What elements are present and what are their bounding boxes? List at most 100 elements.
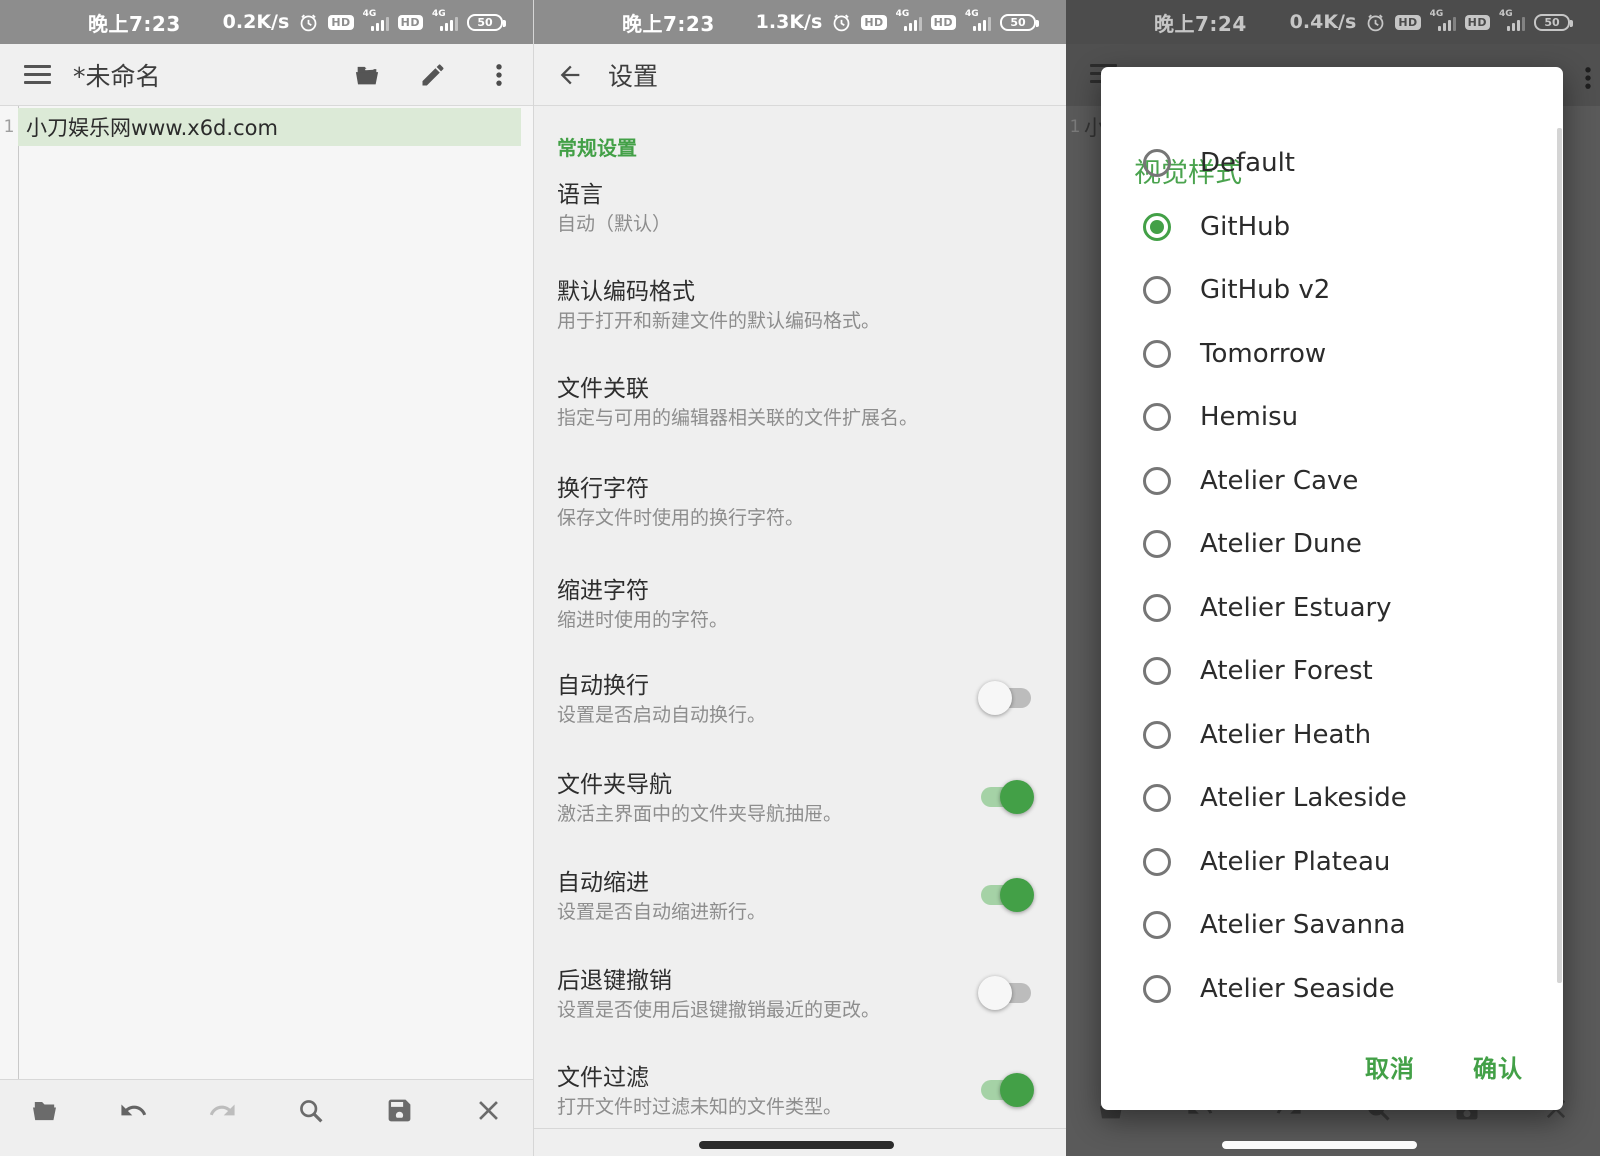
option-atelier-seaside[interactable]: Atelier Seaside (1101, 957, 1555, 1021)
alarm-clock-icon (298, 12, 319, 33)
open-folder-button[interactable] (347, 55, 387, 95)
clock-time: 晚上7:23 (88, 8, 181, 37)
setting-file-association[interactable]: 文件关联 指定与可用的编辑器相关联的文件扩展名。 (557, 374, 1034, 432)
setting-title: 自动换行 (557, 671, 1034, 701)
radio-icon[interactable] (1143, 213, 1171, 241)
back-undo-toggle[interactable] (978, 976, 1034, 1010)
line-number: 1 (0, 117, 18, 137)
menu-hamburger-icon[interactable] (24, 65, 51, 84)
setting-title: 文件过滤 (557, 1063, 1034, 1093)
text-editor-area[interactable]: 1 小刀娱乐网www.x6d.com (0, 106, 533, 1079)
kebab-menu-icon (1568, 58, 1600, 98)
battery-icon: 50 (1534, 14, 1570, 31)
setting-language[interactable]: 语言 自动（默认） (557, 180, 1034, 238)
radio-icon[interactable] (1143, 657, 1171, 685)
option-label: Atelier Heath (1200, 720, 1371, 750)
editor-line-1[interactable]: 1 小刀娱乐网www.x6d.com (0, 108, 533, 146)
setting-subtitle: 打开文件时过滤未知的文件类型。 (557, 1094, 1034, 1121)
dialog-scrollbar[interactable] (1557, 128, 1562, 983)
folder-nav-toggle[interactable] (978, 780, 1034, 814)
option-atelier-dune[interactable]: Atelier Dune (1101, 512, 1555, 576)
option-hemisu[interactable]: Hemisu (1101, 385, 1555, 449)
option-github-v2[interactable]: GitHub v2 (1101, 258, 1555, 322)
highlighted-line-text[interactable]: 小刀娱乐网www.x6d.com (18, 108, 521, 146)
auto-indent-toggle[interactable] (978, 878, 1034, 912)
option-atelier-forest[interactable]: Atelier Forest (1101, 639, 1555, 703)
radio-icon[interactable] (1143, 340, 1171, 368)
undo-button[interactable] (113, 1090, 153, 1130)
status-bar: 晚上7:23 1.3K/s HD 4G HD 4G 50 (534, 0, 1066, 44)
setting-word-wrap[interactable]: 自动换行 设置是否启动自动换行。 (557, 671, 1034, 729)
setting-subtitle: 缩进时使用的字符。 (557, 607, 1034, 634)
redo-button-disabled[interactable] (202, 1090, 242, 1130)
option-atelier-plateau[interactable]: Atelier Plateau (1101, 830, 1555, 894)
setting-title: 换行字符 (557, 474, 1034, 504)
setting-title: 缩进字符 (557, 576, 1034, 606)
option-atelier-savanna[interactable]: Atelier Savanna (1101, 893, 1555, 957)
back-button[interactable] (550, 55, 590, 95)
search-icon (296, 1096, 325, 1125)
radio-icon[interactable] (1143, 848, 1171, 876)
folder-open-icon (353, 61, 381, 89)
cancel-button[interactable]: 取消 (1365, 1049, 1415, 1084)
save-button[interactable] (380, 1090, 420, 1130)
home-indicator[interactable] (1222, 1141, 1417, 1149)
dimmed-editor-line: 1 小 (1066, 112, 1105, 142)
option-label: GitHub v2 (1200, 275, 1330, 305)
option-default[interactable]: Default (1101, 131, 1555, 195)
option-atelier-estuary[interactable]: Atelier Estuary (1101, 576, 1555, 640)
option-label: Atelier Dune (1200, 529, 1362, 559)
option-label: Tomorrow (1200, 339, 1326, 369)
option-atelier-lakeside[interactable]: Atelier Lakeside (1101, 766, 1555, 830)
document-title: *未命名 (73, 57, 161, 93)
option-github[interactable]: GitHub (1101, 195, 1555, 259)
setting-title: 文件夹导航 (557, 770, 1034, 800)
edit-button[interactable] (413, 55, 453, 95)
file-filter-toggle[interactable] (978, 1073, 1034, 1107)
option-label: Atelier Plateau (1200, 847, 1390, 877)
close-button[interactable] (469, 1090, 509, 1130)
radio-icon[interactable] (1143, 467, 1171, 495)
setting-file-filter[interactable]: 文件过滤 打开文件时过滤未知的文件类型。 (557, 1063, 1034, 1121)
open-file-button[interactable] (24, 1090, 64, 1130)
radio-icon[interactable] (1143, 276, 1171, 304)
search-button[interactable] (291, 1090, 331, 1130)
setting-indent-char[interactable]: 缩进字符 缩进时使用的字符。 (557, 576, 1034, 634)
setting-subtitle: 设置是否自动缩进新行。 (557, 899, 1034, 926)
network-speed: 0.2K/s (223, 11, 290, 33)
radio-icon[interactable] (1143, 975, 1171, 1003)
option-atelier-cave[interactable]: Atelier Cave (1101, 449, 1555, 513)
close-x-icon (474, 1096, 503, 1125)
setting-folder-nav[interactable]: 文件夹导航 激活主界面中的文件夹导航抽屉。 (557, 770, 1034, 828)
option-atelier-heath[interactable]: Atelier Heath (1101, 703, 1555, 767)
setting-title: 后退键撤销 (557, 966, 1034, 996)
signal-sim1-icon: 4G (896, 11, 922, 33)
setting-title: 自动缩进 (557, 868, 1034, 898)
setting-default-encoding[interactable]: 默认编码格式 用于打开和新建文件的默认编码格式。 (557, 277, 1034, 335)
setting-back-undo[interactable]: 后退键撤销 设置是否使用后退键撤销最近的更改。 (557, 966, 1034, 1024)
radio-icon[interactable] (1143, 403, 1171, 431)
battery-icon: 50 (1000, 14, 1036, 31)
word-wrap-toggle[interactable] (978, 681, 1034, 715)
section-header: 常规设置 (557, 132, 637, 161)
confirm-button[interactable]: 确认 (1473, 1049, 1523, 1084)
radio-icon[interactable] (1143, 911, 1171, 939)
radio-icon[interactable] (1143, 594, 1171, 622)
setting-subtitle: 激活主界面中的文件夹导航抽屉。 (557, 801, 1034, 828)
radio-icon[interactable] (1143, 149, 1171, 177)
overflow-menu-button[interactable] (479, 55, 519, 95)
setting-auto-indent[interactable]: 自动缩进 设置是否自动缩进新行。 (557, 868, 1034, 926)
setting-line-ending[interactable]: 换行字符 保存文件时使用的换行字符。 (557, 474, 1034, 532)
kebab-menu-icon (485, 61, 513, 89)
radio-icon[interactable] (1143, 721, 1171, 749)
option-label: GitHub (1200, 212, 1290, 242)
option-label: Atelier Savanna (1200, 910, 1406, 940)
radio-icon[interactable] (1143, 784, 1171, 812)
option-tomorrow[interactable]: Tomorrow (1101, 322, 1555, 386)
status-bar: 晚上7:23 0.2K/s HD 4G HD 4G 50 (0, 0, 533, 44)
signal-sim1-icon: 4G (363, 11, 389, 33)
radio-icon[interactable] (1143, 530, 1171, 558)
clock-time: 晚上7:24 (1154, 8, 1247, 37)
home-indicator[interactable] (699, 1141, 894, 1149)
editor-bottom-toolbar (0, 1079, 533, 1156)
